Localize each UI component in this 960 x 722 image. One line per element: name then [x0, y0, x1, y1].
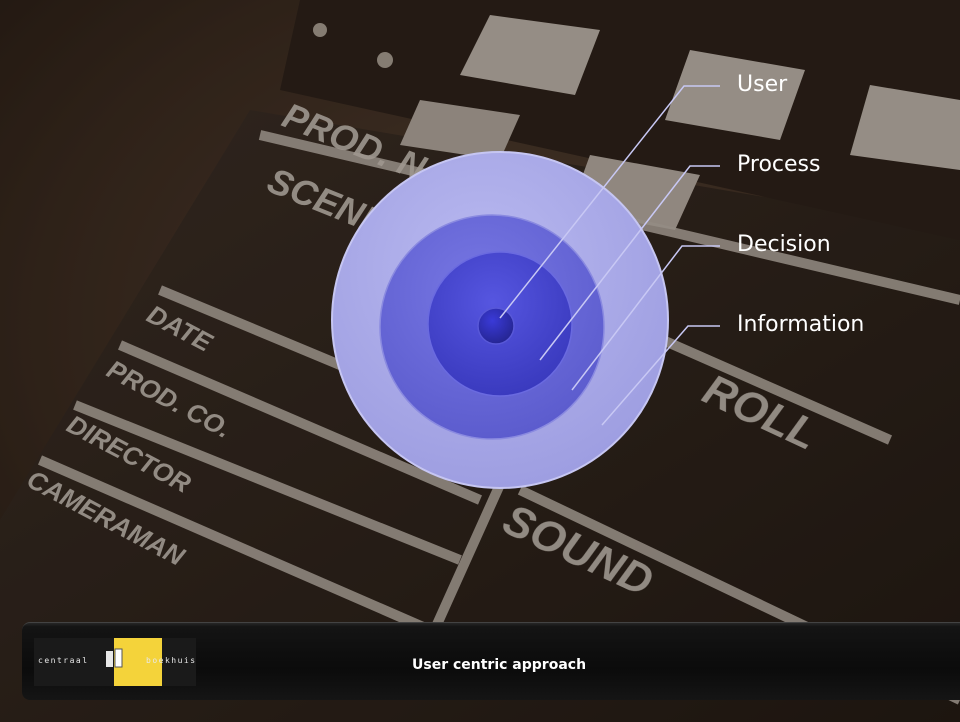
label-process: Process [737, 152, 821, 177]
background-clapperboard-photo: PROD. N SCENE DATE PROD. CO. DIRECTOR CA… [0, 0, 960, 722]
footer-bar: centraal boekhuis User centric approach [22, 622, 960, 700]
ring-user [477, 307, 515, 345]
logo-text-boekhuis: boekhuis [146, 656, 197, 665]
target-diagram [331, 151, 669, 489]
label-user: User [737, 72, 788, 97]
logo-text-centraal: centraal [38, 656, 89, 665]
book-icon [106, 648, 123, 668]
slide-title: User centric approach [412, 657, 587, 673]
label-decision: Decision [737, 232, 831, 257]
centraal-boekhuis-logo: centraal boekhuis [34, 638, 196, 686]
label-information: Information [737, 312, 865, 337]
